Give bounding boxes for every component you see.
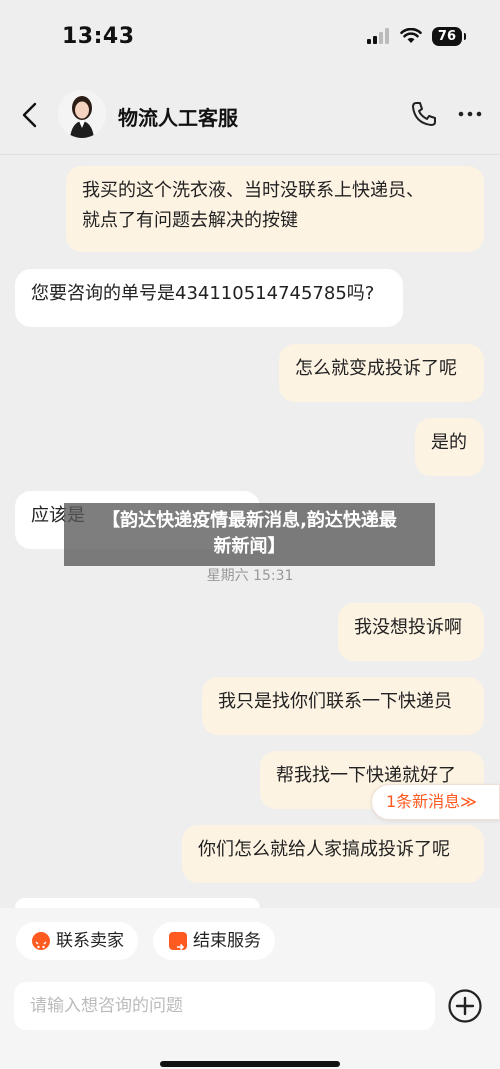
home-indicator: [160, 1061, 340, 1067]
message-text: 你们怎么就给人家搞成投诉了呢: [198, 839, 450, 860]
message-text: 是的: [431, 432, 467, 453]
status-bar: 13:43 76: [0, 0, 500, 72]
phone-icon[interactable]: [410, 100, 438, 128]
avatar[interactable]: [58, 90, 106, 138]
overlay-line: 【韵达快递疫情最新消息,韵达快递最: [102, 510, 397, 531]
message-input[interactable]: 请输入想咨询的问题: [14, 982, 435, 1030]
signal-icon: [366, 28, 389, 44]
overlay-line: 新新闻】: [213, 536, 286, 557]
message-bubble-user[interactable]: 我只是找你们联系一下快递员: [202, 677, 484, 735]
page-title: 物流人工客服: [118, 106, 238, 130]
end-service-label: 结束服务: [193, 931, 261, 951]
battery-indicator: 76: [431, 26, 467, 46]
end-service-button[interactable]: 结束服务: [153, 922, 275, 960]
chat-header: 物流人工客服: [0, 80, 500, 154]
contact-seller-button[interactable]: 联系卖家: [16, 922, 138, 960]
end-service-icon: [169, 932, 187, 951]
more-icon[interactable]: [456, 102, 484, 126]
bottom-bar: 联系卖家 结束服务 请输入想咨询的问题: [0, 908, 500, 1069]
message-line: 我买的这个洗衣液、当时没联系上快递员、: [82, 180, 424, 201]
message-bubble-user[interactable]: 我买的这个洗衣液、当时没联系上快递员、 就点了有问题去解决的按键: [66, 166, 484, 252]
timestamp: 星期六 15:31: [206, 568, 294, 584]
message-bubble-user[interactable]: 怎么就变成投诉了呢: [279, 344, 484, 402]
message-text: 我只是找你们联系一下快递员: [218, 691, 452, 712]
wifi-icon: [400, 28, 422, 43]
message-bubble-user[interactable]: 是的: [415, 418, 484, 476]
message-text: 帮我找一下快递就好了: [276, 765, 456, 786]
new-message-button[interactable]: 1条新消息≫: [371, 784, 500, 820]
message-line: 就点了有问题去解决的按键: [82, 210, 298, 231]
header-divider: [0, 154, 500, 155]
message-bubble-agent[interactable]: 您要咨询的单号是434110514745785吗?: [15, 269, 403, 327]
add-icon[interactable]: [447, 988, 483, 1024]
message-bubble-user[interactable]: 我没想投诉啊: [338, 603, 484, 661]
contact-seller-label: 联系卖家: [56, 931, 124, 951]
status-icons: 76: [366, 26, 467, 46]
back-arrow-icon[interactable]: [18, 100, 42, 130]
status-time: 13:43: [62, 23, 135, 49]
message-bubble-user[interactable]: 你们怎么就给人家搞成投诉了呢: [182, 825, 484, 883]
message-text: 我没想投诉啊: [354, 617, 462, 638]
article-title-overlay: 【韵达快递疫情最新消息,韵达快递最 新新闻】: [64, 503, 435, 566]
message-text: 您要咨询的单号是434110514745785吗?: [31, 283, 375, 304]
seller-icon: [32, 932, 50, 950]
message-text: 怎么就变成投诉了呢: [295, 358, 457, 379]
agent-avatar-icon: [58, 90, 106, 138]
